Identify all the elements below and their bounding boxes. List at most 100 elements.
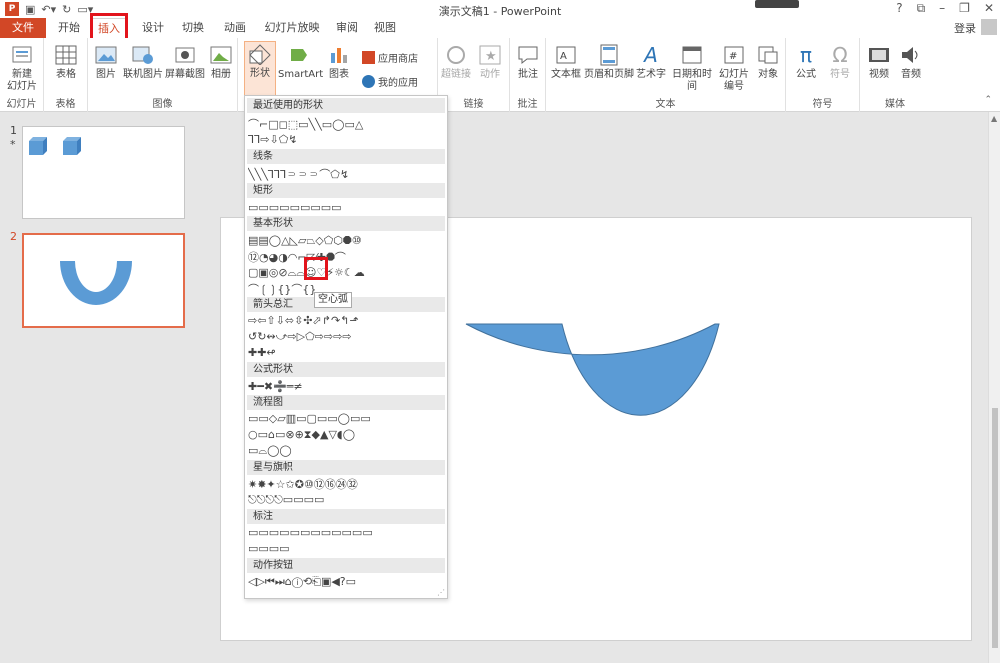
album-icon bbox=[208, 43, 234, 67]
tab-file[interactable]: 文件 bbox=[0, 18, 46, 38]
login-link[interactable]: 登录 bbox=[954, 20, 976, 36]
video-icon bbox=[866, 43, 892, 67]
equation-button[interactable]: π 公式 bbox=[790, 43, 822, 81]
shape-row[interactable]: ▢▣◎⊘⌓⌓☺♡⚡☼☾☁ bbox=[248, 265, 444, 280]
group-slides: 新建 幻灯片 幻灯片 bbox=[0, 38, 44, 112]
tab-home[interactable]: 开始 bbox=[52, 18, 86, 38]
online-picture-button[interactable]: 联机图片 bbox=[120, 43, 166, 81]
textbox-icon: A bbox=[553, 43, 579, 67]
status-indicator bbox=[755, 0, 799, 8]
app-store-button[interactable]: 应用商店 bbox=[362, 50, 418, 65]
section-flowchart: 流程图 bbox=[247, 395, 445, 410]
shape-row[interactable]: ✚✚↫ bbox=[248, 345, 444, 360]
tab-review[interactable]: 审阅 bbox=[332, 18, 362, 38]
tab-transitions[interactable]: 切换 bbox=[176, 18, 210, 38]
close-icon[interactable]: ✕ bbox=[984, 1, 994, 16]
shape-row[interactable]: ⅂⅂⇨⇩⬠↯ bbox=[248, 132, 444, 147]
action-button[interactable]: ★ 动作 bbox=[474, 43, 506, 81]
screenshot-button[interactable]: 屏幕截图 bbox=[164, 43, 206, 81]
shape-row[interactable]: ⑫◔◕◑◠⌐◸⁄✚⯃⌒ bbox=[248, 249, 444, 264]
tab-slideshow[interactable]: 幻灯片放映 bbox=[262, 18, 322, 38]
audio-button[interactable]: 音频 bbox=[896, 43, 926, 81]
restore-icon[interactable]: ❐ bbox=[959, 1, 970, 16]
tab-view[interactable]: 视图 bbox=[370, 18, 400, 38]
shape-row[interactable]: ✷✸✦☆✩✪⑩⑫⑯㉔㉜ bbox=[248, 476, 444, 491]
slide-animation-marker: * bbox=[10, 138, 16, 151]
smartart-button[interactable]: SmartArt bbox=[278, 43, 324, 81]
video-button[interactable]: 视频 bbox=[864, 43, 894, 81]
minimize-icon[interactable]: – bbox=[939, 1, 945, 16]
shape-row[interactable]: ▭▭◇▱▥▭▢▭▭◯▭▭ bbox=[248, 411, 444, 426]
wordart-icon: A bbox=[644, 43, 658, 67]
header-footer-button[interactable]: 页眉和页脚 bbox=[584, 43, 634, 81]
hyperlink-button[interactable]: 超链接 bbox=[440, 43, 472, 81]
app-store-label: 应用商店 bbox=[378, 54, 418, 65]
group-text: A 文本框 页眉和页脚 A 艺术字 日期和时间 # 幻灯片 编号 对象 文本 bbox=[546, 38, 786, 112]
section-stars-banners: 星与旗帜 bbox=[247, 460, 445, 475]
scrollbar-thumb[interactable] bbox=[992, 408, 998, 648]
shape-row[interactable]: ▤▤◯△◺▱⏢◇⬠⬡⯃⑩ bbox=[248, 233, 444, 248]
slide-thumbnail-1[interactable] bbox=[22, 126, 185, 219]
picture-button[interactable]: 图片 bbox=[92, 43, 120, 81]
shape-row[interactable]: ◁▷⏮⏭⌂ⓘ⟲⎗▣◀?▭ bbox=[248, 574, 444, 589]
object-button[interactable]: 对象 bbox=[752, 43, 784, 81]
shape-row[interactable]: ○▭⌂▭⊗⊕⧗◆▲▽◖◯ bbox=[248, 427, 444, 442]
document-title: 演示文稿1 - PowerPoint bbox=[438, 5, 562, 18]
group-symbols-label: 符号 bbox=[812, 99, 833, 110]
omega-icon: Ω bbox=[832, 43, 848, 67]
shape-row[interactable]: ▭▭▭▭ bbox=[248, 541, 444, 556]
table-button[interactable]: 表格 bbox=[50, 43, 82, 81]
group-media-label: 媒体 bbox=[885, 99, 905, 110]
group-slides-label: 幻灯片 bbox=[6, 99, 37, 110]
ribbon: 新建 幻灯片 幻灯片 表格 表格 图片 联机图片 屏幕截图 相册 图像 形状 S… bbox=[0, 38, 1000, 112]
shapes-label: 形状 bbox=[250, 68, 270, 79]
shape-row[interactable]: ╲╲╲⅂⅂⅂⸧⸧⸧⌒⬠↯ bbox=[248, 166, 444, 181]
picture-icon bbox=[93, 43, 119, 67]
shape-row[interactable]: ▭⌓◯◯ bbox=[248, 443, 444, 458]
audio-label: 音频 bbox=[901, 69, 921, 80]
tab-animations[interactable]: 动画 bbox=[218, 18, 252, 38]
resize-grip-icon[interactable]: ⋰ bbox=[437, 588, 445, 597]
window-controls: ? ⧉ – ❐ ✕ bbox=[896, 1, 994, 16]
textbox-button[interactable]: A 文本框 bbox=[550, 43, 582, 81]
album-label: 相册 bbox=[211, 69, 231, 80]
object-label: 对象 bbox=[758, 69, 778, 80]
avatar[interactable] bbox=[981, 19, 997, 35]
ribbon-options-icon[interactable]: ⧉ bbox=[917, 1, 926, 16]
online-picture-icon bbox=[130, 43, 156, 67]
shape-row[interactable]: ✚━✖➗═≠ bbox=[248, 379, 444, 394]
my-apps-button[interactable]: 我的应用 bbox=[362, 74, 418, 89]
album-button[interactable]: 相册 bbox=[206, 43, 236, 81]
svg-text:A: A bbox=[560, 51, 567, 62]
help-icon[interactable]: ? bbox=[896, 1, 902, 16]
shape-row[interactable]: ▭▭▭▭▭▭▭▭▭▭▭▭ bbox=[248, 525, 444, 540]
datetime-button[interactable]: 日期和时间 bbox=[668, 43, 716, 93]
section-lines: 线条 bbox=[247, 149, 445, 164]
shape-row[interactable]: ↺↻↭⤻⇨▷⬠⇨⇨⇨⇨ bbox=[248, 329, 444, 344]
tab-design[interactable]: 设计 bbox=[136, 18, 170, 38]
symbol-label: 符号 bbox=[830, 69, 850, 80]
symbol-button[interactable]: Ω 符号 bbox=[824, 43, 856, 81]
shape-row[interactable]: ▭▭▭▭▭▭▭▭▭ bbox=[248, 200, 444, 215]
wordart-button[interactable]: A 艺术字 bbox=[634, 43, 668, 81]
hyperlink-label: 超链接 bbox=[441, 69, 471, 80]
slide-thumbnail-2[interactable] bbox=[22, 233, 185, 328]
slide-number-button[interactable]: # 幻灯片 编号 bbox=[716, 43, 752, 93]
scroll-up-icon[interactable]: ▲ bbox=[991, 114, 997, 123]
group-comments: 批注 批注 bbox=[510, 38, 546, 112]
shapes-button[interactable]: 形状 bbox=[244, 41, 276, 97]
group-images: 图片 联机图片 屏幕截图 相册 图像 bbox=[88, 38, 238, 112]
shape-row[interactable]: ⎋⎋⎋⎋▭▭▭▭ bbox=[248, 492, 444, 507]
chart-button[interactable]: 图表 bbox=[324, 43, 354, 81]
vertical-scrollbar[interactable]: ▲ bbox=[988, 112, 1000, 663]
highlight-box-block-arc bbox=[304, 257, 328, 280]
shape-row[interactable]: ⇨⇦⇧⇩⬄⇳✣⬀↱↷↰⬏ bbox=[248, 313, 444, 328]
shape-row[interactable]: ⌒⌐□◻⬚▭╲╲▭◯▭△ bbox=[248, 116, 444, 131]
screenshot-icon bbox=[172, 43, 198, 67]
wordart-label: 艺术字 bbox=[636, 69, 666, 80]
new-slide-button[interactable]: 新建 幻灯片 bbox=[4, 43, 40, 93]
collapse-ribbon-icon[interactable]: ⌃ bbox=[984, 95, 992, 105]
smartart-label: SmartArt bbox=[278, 69, 324, 80]
comment-button[interactable]: 批注 bbox=[513, 43, 543, 81]
picture-label: 图片 bbox=[96, 69, 116, 80]
